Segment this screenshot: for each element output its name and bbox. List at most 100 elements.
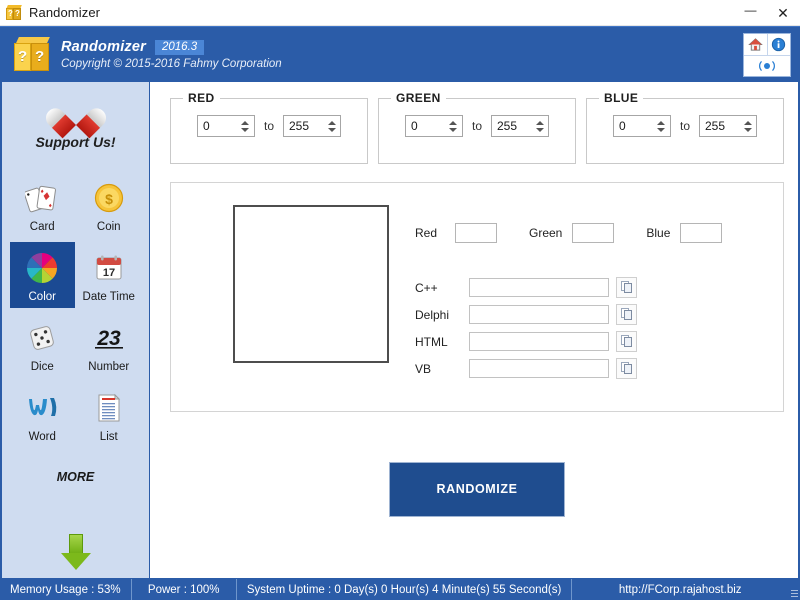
main-content: RED 0 to 255 GREEN 0 to 255 BLUE 0 to 25… — [150, 82, 800, 578]
sidebar-item-card[interactable]: Card — [10, 172, 75, 238]
sidebar-item-label: Dice — [30, 361, 54, 373]
chevron-updown-icon[interactable] — [655, 116, 668, 136]
info-icon[interactable] — [766, 34, 790, 55]
copy-icon[interactable] — [616, 277, 637, 298]
version-badge: 2016.3 — [155, 39, 205, 55]
red-value-field[interactable] — [455, 223, 497, 243]
header-tool-group — [743, 33, 791, 77]
rgb-values-row: Red Green Blue — [415, 223, 763, 243]
sidebar-item-label: List — [99, 431, 118, 443]
copy-icon[interactable] — [616, 331, 637, 352]
broadcast-icon[interactable] — [744, 55, 790, 76]
app-name: Randomizer — [61, 39, 146, 55]
cpp-label: C++ — [415, 280, 438, 295]
calendar-icon: 17 — [89, 248, 129, 288]
result-panel: Red Green Blue C++ Delphi HTML VB — [170, 182, 784, 412]
statusbar: Memory Usage : 53% Power : 100% System U… — [0, 578, 800, 600]
green-min-value: 0 — [410, 119, 418, 133]
coin-icon: $ — [89, 178, 129, 218]
rgb-range-row: RED 0 to 255 GREEN 0 to 255 BLUE 0 to 25… — [170, 91, 784, 164]
green-min-stepper[interactable]: 0 — [404, 115, 463, 137]
support-us-label: Support Us! — [35, 134, 116, 150]
power-status: Power : 100% — [132, 579, 237, 600]
sidebar-item-coin[interactable]: $ Coin — [77, 172, 142, 238]
sidebar: Support Us! Card $ Coin Color 17 Date Ti… — [0, 82, 150, 592]
randomize-button[interactable]: RANDOMIZE — [389, 461, 565, 517]
window-title: Randomizer — [29, 5, 101, 20]
code-row-cpp: C++ — [415, 277, 763, 298]
sidebar-item-color[interactable]: Color — [10, 242, 75, 308]
chevron-updown-icon[interactable] — [325, 116, 338, 136]
sidebar-item-dice[interactable]: Dice — [10, 312, 75, 378]
code-format-list: C++ Delphi HTML VB — [415, 277, 763, 379]
red-min-value: 0 — [202, 119, 210, 133]
green-max-value: 255 — [497, 119, 518, 133]
blue-range-group: BLUE 0 to 255 — [586, 91, 784, 164]
vb-input[interactable] — [469, 359, 609, 378]
chevron-updown-icon[interactable] — [533, 116, 546, 136]
cpp-input[interactable] — [469, 278, 609, 297]
red-max-value: 255 — [289, 119, 310, 133]
red-max-stepper[interactable]: 255 — [283, 115, 341, 137]
blue-value-field[interactable] — [680, 223, 723, 243]
word-icon — [22, 388, 62, 428]
app-body: Support Us! Card $ Coin Color 17 Date Ti… — [0, 82, 800, 592]
delphi-label: Delphi — [415, 307, 450, 322]
code-row-html: HTML — [415, 331, 763, 352]
number-23-icon: 23 — [89, 318, 129, 358]
blue-max-value: 255 — [705, 119, 726, 133]
sidebar-item-word[interactable]: Word — [10, 382, 75, 448]
svg-text:$: $ — [105, 191, 113, 207]
app-window: ?? Randomizer — ✕ ?? Randomizer 2016.3 C… — [0, 0, 800, 600]
memory-usage-status: Memory Usage : 53% — [0, 579, 132, 600]
copyright-text: Copyright © 2015-2016 Fahmy Corporation — [61, 58, 282, 70]
blue-max-stepper[interactable]: 255 — [699, 115, 757, 137]
sidebar-item-number[interactable]: 23 Number — [77, 312, 142, 378]
chevron-updown-icon[interactable] — [741, 116, 754, 136]
chevron-updown-icon[interactable] — [447, 116, 460, 136]
vb-label: VB — [415, 361, 432, 376]
resize-grip-icon[interactable] — [788, 579, 800, 600]
sidebar-tile-grid: Card $ Coin Color 17 Date Time Dice 23 N… — [2, 162, 149, 448]
minimize-button[interactable]: — — [735, 0, 766, 26]
home-icon[interactable] — [744, 34, 767, 55]
chevron-updown-icon[interactable] — [239, 116, 252, 136]
red-min-stepper[interactable]: 0 — [196, 115, 255, 137]
green-value-label: Green — [529, 226, 563, 240]
blue-value-label: Blue — [646, 226, 671, 240]
playing-cards-icon — [22, 178, 62, 218]
code-row-vb: VB — [415, 358, 763, 379]
svg-text:17: 17 — [103, 267, 115, 279]
sidebar-item-label: Date Time — [82, 291, 135, 303]
svg-text:23: 23 — [96, 327, 121, 350]
os-titlebar: ?? Randomizer — ✕ — [0, 0, 800, 26]
result-fields: Red Green Blue C++ Delphi HTML VB — [415, 201, 763, 393]
sidebar-item-label: Coin — [96, 221, 121, 233]
html-input[interactable] — [469, 332, 609, 351]
sidebar-item-label: Color — [28, 291, 56, 303]
copy-icon[interactable] — [616, 358, 637, 379]
copy-icon[interactable] — [616, 304, 637, 325]
support-us-button[interactable]: Support Us! — [2, 88, 149, 160]
more-button[interactable]: MORE — [2, 448, 149, 508]
dice-icon — [22, 318, 62, 358]
sidebar-item-list[interactable]: List — [77, 382, 142, 448]
header-text-group: Randomizer 2016.3 Copyright © 2015-2016 … — [61, 39, 282, 70]
color-wheel-icon — [22, 248, 62, 288]
green-down-arrow-icon — [59, 534, 93, 570]
green-range-to-label: to — [471, 119, 482, 133]
sidebar-item-label: Card — [29, 221, 55, 233]
blue-range-to-label: to — [679, 119, 690, 133]
app-logo-icon: ?? — [14, 36, 50, 73]
close-button[interactable]: ✕ — [766, 0, 800, 26]
sidebar-item-date-time[interactable]: 17 Date Time — [77, 242, 142, 308]
website-link[interactable]: http://FCorp.rajahost.biz — [572, 579, 788, 600]
list-icon — [89, 388, 129, 428]
delphi-input[interactable] — [469, 305, 609, 324]
red-range-to-label: to — [263, 119, 274, 133]
green-max-stepper[interactable]: 255 — [491, 115, 549, 137]
red-value-label: Red — [415, 226, 438, 240]
blue-min-stepper[interactable]: 0 — [612, 115, 671, 137]
html-label: HTML — [415, 334, 448, 349]
green-value-field[interactable] — [572, 223, 615, 243]
